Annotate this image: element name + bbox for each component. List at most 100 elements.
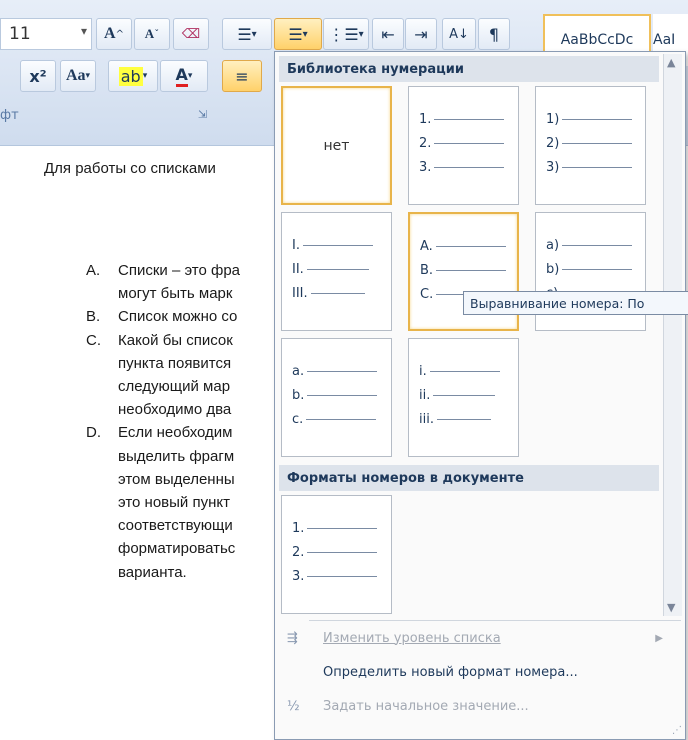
library-header: Библиотека нумерации <box>279 56 659 82</box>
highlighter-icon: ab <box>118 66 143 86</box>
set-value-icon: ½ <box>287 698 300 714</box>
sort-icon: A↓ <box>449 26 469 42</box>
numbering-format-option[interactable]: I. II. III. <box>281 212 392 331</box>
format-number: 3. <box>292 568 305 584</box>
dialog-launcher-icon[interactable]: ⇲ <box>198 108 207 121</box>
clear-formatting-icon: ⌫ <box>181 26 201 42</box>
format-number: III. <box>292 285 308 301</box>
menu-separator <box>309 620 681 621</box>
multilevel-list-button[interactable]: ⋮☰ ▾ <box>323 18 369 50</box>
format-number: II. <box>292 261 304 277</box>
define-new-format-item[interactable]: Определить новый формат номера... <box>275 656 685 688</box>
document-format-option[interactable]: 1. 2. 3. <box>281 495 392 614</box>
list-marker: A. <box>86 262 101 279</box>
format-line: 2. <box>292 542 378 562</box>
format-line: I. <box>292 235 373 255</box>
format-line-rule <box>306 268 369 270</box>
list-item-text: пункта появится <box>118 354 232 372</box>
format-line-rule <box>562 268 633 270</box>
list-item-text: Список можно со <box>118 308 238 326</box>
format-line-rule <box>434 142 505 144</box>
shrink-font-icon: A <box>144 26 155 41</box>
increase-indent-button[interactable]: ⇥ <box>405 18 437 50</box>
format-number: 1) <box>546 111 560 127</box>
format-line-rule <box>307 551 378 553</box>
numbering-format-option[interactable]: i. ii. iii. <box>408 338 519 457</box>
style-next-text: AaI <box>653 32 676 48</box>
format-number: 2. <box>292 544 305 560</box>
format-number: a) <box>546 237 560 253</box>
format-line-rule <box>429 370 500 372</box>
format-number: A. <box>420 238 433 254</box>
gallery-scrollbar[interactable]: ▲ ▼ <box>663 54 682 616</box>
resize-grip-icon[interactable]: ⋰ <box>672 725 682 736</box>
list-item-text: выделить фрагм <box>118 447 235 465</box>
format-line: 3. <box>292 566 378 586</box>
shrink-font-button[interactable]: Aˇ <box>134 18 170 50</box>
font-size-combo[interactable]: 11 ▾ <box>0 18 92 50</box>
set-start-value-label: Задать начальное значение... <box>323 698 529 714</box>
bullets-button[interactable]: ☰ ▾ <box>222 18 272 50</box>
list-item-text: Списки – это фра <box>118 262 241 279</box>
clear-formatting-button[interactable]: ⌫ <box>173 18 209 50</box>
numbered-list-icon: ☰ <box>288 24 303 44</box>
format-line-rule <box>302 244 373 246</box>
list-item-text: могут быть марк <box>118 285 233 303</box>
font-color-icon: A <box>175 65 188 87</box>
numbering-format-option[interactable]: 1. 2. 3. <box>408 86 519 205</box>
change-case-button[interactable]: Aa ▾ <box>60 60 96 92</box>
format-line: 3. <box>419 157 505 177</box>
format-line: ii. <box>419 385 496 405</box>
scroll-down-icon[interactable]: ▼ <box>667 601 675 614</box>
style-preview-text: AaBbCcDc <box>560 32 634 48</box>
list-item-text: этом выделенны <box>118 470 235 488</box>
numbering-gallery: Библиотека нумерации нет 1. 2. 3. 1) 2) 3) I. I… <box>274 51 686 740</box>
numbering-none-option[interactable]: нет <box>281 86 392 205</box>
format-line: b) <box>546 259 633 279</box>
superscript-button[interactable]: x² <box>20 60 56 92</box>
format-line-rule <box>436 418 491 420</box>
grow-font-button[interactable]: A ^ <box>96 18 132 50</box>
format-number: i. <box>419 363 427 379</box>
format-line-rule <box>307 394 378 396</box>
tooltip: Выравнивание номера: По <box>463 291 688 315</box>
bullet-list-icon: ☰ <box>237 24 252 44</box>
doc-intro: Для работы со списками <box>44 160 216 177</box>
superscript-icon: x² <box>29 66 47 86</box>
highlight-button[interactable]: ab ▾ <box>108 60 158 92</box>
format-line: 1) <box>546 109 633 129</box>
format-line: A. <box>420 236 506 256</box>
format-line: 1. <box>419 109 505 129</box>
format-line: a. <box>292 361 378 381</box>
list-item-text: необходимо два <box>118 401 232 419</box>
font-color-button[interactable]: A ▾ <box>160 60 208 92</box>
format-number: C. <box>420 286 434 302</box>
format-line-rule <box>306 418 377 420</box>
sort-button[interactable]: A↓ <box>442 18 476 50</box>
show-marks-button[interactable]: ¶ <box>478 18 510 50</box>
numbering-format-option[interactable]: a. b. c. <box>281 338 392 457</box>
format-line-rule <box>436 269 507 271</box>
list-marker: D. <box>86 424 101 442</box>
decrease-indent-button[interactable]: ⇤ <box>372 18 404 50</box>
format-line-rule <box>434 166 505 168</box>
chevron-down-icon[interactable]: ▾ <box>81 24 87 38</box>
grow-font-icon: A <box>104 25 116 42</box>
format-line-rule <box>562 118 633 120</box>
align-left-button[interactable]: ≡ <box>222 60 262 92</box>
format-line: B. <box>420 260 507 280</box>
format-line: i. <box>419 361 500 381</box>
numbering-button[interactable]: ☰ ▾ <box>274 18 322 50</box>
numbering-format-option[interactable]: 1) 2) 3) <box>535 86 646 205</box>
format-number: iii. <box>419 411 434 427</box>
change-list-level-item[interactable]: ⇶ Изменить уровень списка ▶ <box>275 622 685 654</box>
format-line-rule <box>562 244 633 246</box>
list-marker: C. <box>86 331 101 349</box>
define-new-format-label: Определить новый формат номера... <box>323 664 578 680</box>
font-size-value: 11 <box>9 24 31 44</box>
format-line: II. <box>292 259 369 279</box>
format-line-rule <box>435 245 506 247</box>
set-start-value-item[interactable]: ½ Задать начальное значение... <box>275 690 685 722</box>
format-line: c. <box>292 409 377 429</box>
scroll-up-icon[interactable]: ▲ <box>667 56 675 69</box>
